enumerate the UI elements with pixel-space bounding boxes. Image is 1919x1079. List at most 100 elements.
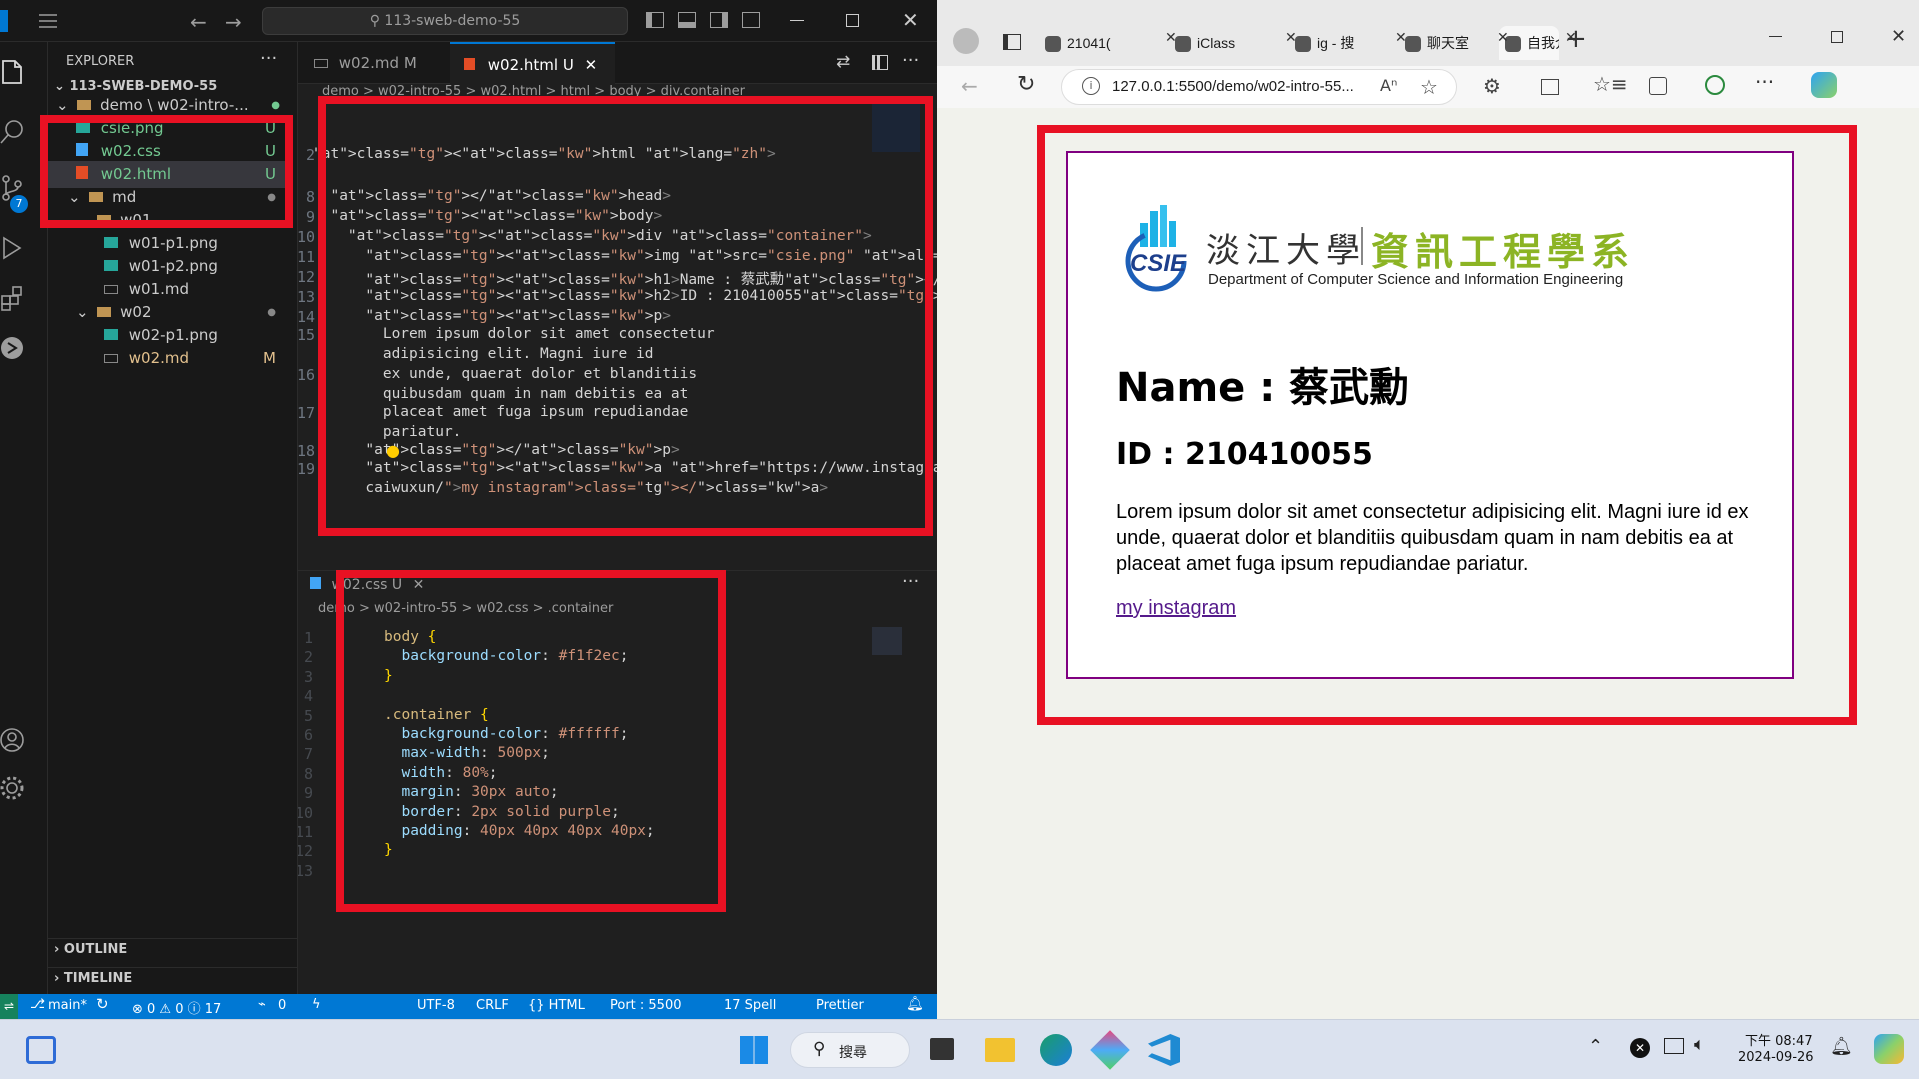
performance-icon[interactable] xyxy=(1705,75,1725,95)
browser-tab[interactable]: iClass xyxy=(1169,26,1279,60)
back-arrow-icon[interactable]: ← xyxy=(961,74,978,98)
read-aloud-icon[interactable]: Aⁿ xyxy=(1380,76,1397,95)
eol-status[interactable]: CRLF xyxy=(476,998,509,1013)
remote-explorer-icon[interactable] xyxy=(0,334,26,362)
minimap[interactable] xyxy=(872,102,920,152)
run-debug-icon[interactable] xyxy=(0,234,26,262)
minimize-icon[interactable] xyxy=(790,20,804,21)
minimap[interactable] xyxy=(872,627,902,655)
collections-icon[interactable] xyxy=(1649,77,1667,95)
forward-arrow-icon[interactable]: → xyxy=(225,10,242,34)
extensions-icon[interactable] xyxy=(0,284,26,312)
network-icon[interactable] xyxy=(1664,1038,1684,1054)
close-icon[interactable]: ✕ xyxy=(1891,26,1906,47)
outline-section[interactable]: › OUTLINE xyxy=(48,938,298,960)
search-icon[interactable] xyxy=(0,118,26,146)
maximize-icon[interactable] xyxy=(1831,31,1843,43)
clock-time[interactable]: 下午 08:47 xyxy=(1745,1030,1813,1049)
more-actions-icon[interactable]: ··· xyxy=(902,571,919,592)
settings-gear-icon[interactable] xyxy=(0,774,26,802)
maximize-icon[interactable] xyxy=(846,14,859,27)
start-windows-icon[interactable] xyxy=(740,1036,768,1064)
new-tab-icon[interactable]: + xyxy=(1565,24,1587,54)
command-center-search[interactable]: ⚲ 113-sweb-demo-55 xyxy=(262,7,628,35)
profile-avatar[interactable] xyxy=(953,28,979,54)
tab-actions-icon[interactable] xyxy=(1003,34,1021,50)
css-tab[interactable]: w02.css U ✕ xyxy=(310,571,424,599)
show-hidden-icons[interactable]: ⌃ xyxy=(1588,1036,1603,1057)
tab-w02-md[interactable]: w02.md M xyxy=(306,42,448,84)
git-branch[interactable]: main* xyxy=(48,998,87,1013)
toggle-secondary-sidebar-icon[interactable] xyxy=(710,12,728,28)
close-tab-icon[interactable]: ✕ xyxy=(1165,30,1177,46)
task-view-icon[interactable] xyxy=(930,1038,954,1060)
instagram-link[interactable]: my instagram xyxy=(1116,597,1236,620)
notifications-icon[interactable]: 🔔︎ xyxy=(906,996,924,1012)
browser-tab[interactable]: 21041( xyxy=(1039,26,1159,60)
source-control-badge: 7 xyxy=(10,195,28,213)
browser-tab[interactable]: ig - 搜 xyxy=(1289,26,1389,60)
encoding-status[interactable]: UTF-8 xyxy=(417,998,455,1013)
problems-status[interactable]: ⊗ 0 ⚠ 0 ⓘ 17 xyxy=(132,998,221,1017)
compare-changes-icon[interactable]: ⇄ xyxy=(836,52,850,72)
back-arrow-icon[interactable]: ← xyxy=(190,10,207,34)
toggle-panel-icon[interactable] xyxy=(678,12,696,28)
code-line: quibusdam quam in nam debitis ea at xyxy=(313,386,689,402)
toggle-sidebar-icon[interactable] xyxy=(646,12,664,28)
split-editor-icon[interactable] xyxy=(872,55,888,70)
activity-bar: 7 xyxy=(0,42,48,994)
port-status[interactable]: Port : 5500 xyxy=(610,998,682,1013)
breadcrumb[interactable]: demo > w02-intro-55 > w02.html > html > … xyxy=(322,84,922,102)
close-tab-icon[interactable]: ✕ xyxy=(1497,30,1509,46)
close-tab-icon[interactable]: ✕ xyxy=(1285,30,1297,46)
ports-icon: ⌁ xyxy=(258,997,266,1012)
explorer-icon[interactable] xyxy=(0,58,26,86)
menu-icon[interactable] xyxy=(38,12,58,30)
favorites-icon[interactable]: ☆≡ xyxy=(1593,72,1628,96)
customize-layout-icon[interactable] xyxy=(742,12,760,28)
code-line: caiwuxun/">my instagram">class="tg"></">… xyxy=(313,480,829,496)
html-editor-pane[interactable]: demo > w02-intro-55 > w02.html > html > … xyxy=(298,84,937,564)
refresh-icon[interactable]: ↻ xyxy=(1017,72,1035,97)
prettier-status[interactable]: Prettier xyxy=(816,998,864,1013)
lightbulb-icon[interactable]: ● xyxy=(386,441,400,460)
copilot-icon[interactable] xyxy=(1811,72,1837,98)
account-icon[interactable] xyxy=(0,726,26,754)
favorite-star-icon[interactable]: ☆ xyxy=(1420,75,1438,99)
widgets-icon[interactable] xyxy=(26,1036,56,1064)
app-taskbar-icon[interactable] xyxy=(1090,1030,1130,1070)
breadcrumb[interactable]: demo > w02-intro-55 > w02.css > .contain… xyxy=(318,601,718,619)
close-tab-icon[interactable]: ✕ xyxy=(413,577,425,593)
more-actions-icon[interactable]: ··· xyxy=(260,48,277,69)
volume-icon[interactable]: 🔈︎ xyxy=(1694,1034,1705,1055)
language-status[interactable]: {} HTML xyxy=(528,998,585,1013)
split-screen-icon[interactable] xyxy=(1541,79,1559,95)
tab-w02-html[interactable]: w02.html U ✕ xyxy=(450,42,615,84)
browser-tab[interactable]: 聊天室 xyxy=(1399,26,1491,60)
info-icon[interactable]: i xyxy=(1082,77,1100,95)
tree-file-w02-md[interactable]: w02.md M xyxy=(48,345,288,372)
clock-date[interactable]: 2024-09-26 xyxy=(1738,1050,1814,1065)
notification-bell-icon[interactable]: 🔔︎ xyxy=(1830,1036,1853,1057)
timeline-section[interactable]: › TIMELINE xyxy=(48,967,298,989)
vscode-taskbar-icon[interactable] xyxy=(1148,1034,1180,1066)
sync-icon[interactable]: ↻ xyxy=(96,995,109,1013)
more-actions-icon[interactable]: ··· xyxy=(902,50,919,71)
css-editor-pane[interactable]: w02.css U ✕ ··· demo > w02-intro-55 > w0… xyxy=(298,570,937,994)
tray-app-icon[interactable]: ✕ xyxy=(1630,1038,1650,1058)
minimize-icon[interactable] xyxy=(1769,36,1782,37)
copilot-taskbar-icon[interactable] xyxy=(1874,1034,1904,1064)
file-explorer-icon[interactable] xyxy=(985,1038,1015,1062)
ports-count[interactable]: 0 xyxy=(278,998,286,1013)
extensions-icon[interactable]: ⚙ xyxy=(1483,74,1501,98)
close-tab-icon[interactable]: ✕ xyxy=(585,56,598,74)
close-icon[interactable]: ✕ xyxy=(902,8,919,32)
lightning-icon[interactable]: ϟ xyxy=(312,997,321,1012)
spell-status[interactable]: 17 Spell xyxy=(724,998,776,1013)
remote-indicator-icon[interactable]: ⇌ xyxy=(0,994,18,1019)
more-menu-icon[interactable]: ··· xyxy=(1755,70,1774,94)
close-tab-icon[interactable]: ✕ xyxy=(1395,30,1407,46)
taskbar-search[interactable]: ⚲ 搜尋 xyxy=(790,1032,910,1068)
edge-taskbar-icon[interactable] xyxy=(1040,1034,1072,1066)
address-bar[interactable]: i 127.0.0.1:5500/demo/w02-intro-55... Aⁿ… xyxy=(1061,69,1457,105)
